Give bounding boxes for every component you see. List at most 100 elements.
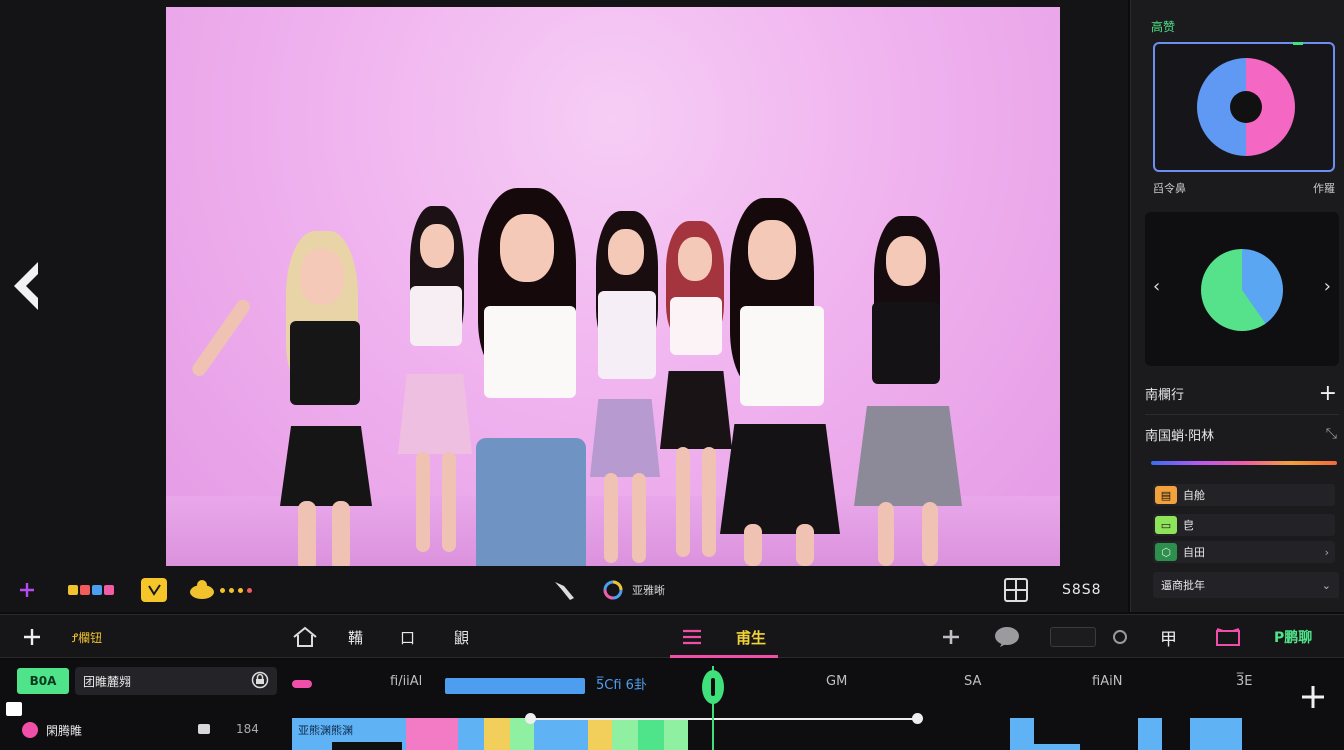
record-field[interactable] bbox=[1050, 615, 1096, 659]
tab-active[interactable]: 甫生 bbox=[736, 615, 766, 659]
timeline: B0A 团睢麓翙 閑腾睢 184 fi/iiAl 5̅Cfi 6卦 GM SA … bbox=[0, 660, 1344, 750]
layer-dropdown[interactable]: 逼商批年 ⌄ bbox=[1153, 572, 1339, 598]
clip[interactable] bbox=[664, 718, 688, 750]
clip-track[interactable]: 亚熊渊熊渊 bbox=[292, 718, 1292, 750]
clip[interactable] bbox=[406, 718, 458, 750]
plus-icon[interactable]: + bbox=[1319, 381, 1337, 406]
divider bbox=[1145, 414, 1339, 415]
clip[interactable] bbox=[588, 718, 612, 750]
effects-icon[interactable] bbox=[188, 570, 252, 610]
note-icon[interactable] bbox=[198, 724, 210, 734]
audio-icon[interactable] bbox=[940, 615, 962, 659]
plus-icon[interactable] bbox=[1300, 684, 1326, 714]
layer-label: 自田 bbox=[1183, 546, 1205, 559]
ruler-label: GM bbox=[826, 674, 848, 689]
filter-icon bbox=[603, 580, 623, 600]
color-swatches[interactable] bbox=[68, 570, 114, 610]
color-wheel[interactable] bbox=[1197, 58, 1295, 156]
chevron-left-icon[interactable] bbox=[8, 258, 44, 314]
performer-figure bbox=[686, 198, 856, 566]
track-field[interactable]: 团睢麓翙 bbox=[75, 667, 277, 695]
clip[interactable] bbox=[484, 718, 510, 750]
plus-icon[interactable] bbox=[22, 615, 42, 659]
layer-icon: ▤ bbox=[1155, 486, 1177, 504]
clip bbox=[1034, 744, 1080, 750]
pie-card[interactable]: ‹ › bbox=[1145, 212, 1339, 366]
ruler-label: fiAiN bbox=[1092, 674, 1123, 689]
layer-icon: ⬡ bbox=[1155, 543, 1177, 561]
range-handle[interactable] bbox=[912, 713, 923, 724]
row-value: 184 bbox=[236, 722, 259, 736]
ratio-label[interactable]: S8S8 bbox=[1062, 570, 1102, 610]
gradient-bar[interactable] bbox=[1151, 461, 1337, 465]
ruler-label: 3̅E bbox=[1236, 674, 1253, 689]
section-row[interactable]: 南欄行 + bbox=[1145, 380, 1337, 406]
swatch[interactable] bbox=[92, 585, 102, 595]
sticker-icon[interactable] bbox=[140, 570, 168, 610]
clip[interactable] bbox=[534, 718, 588, 750]
lock-icon[interactable] bbox=[251, 671, 269, 692]
pie-preview bbox=[1201, 249, 1283, 331]
layer-item[interactable]: ⬡ 自田 › bbox=[1153, 541, 1335, 563]
tool-button[interactable]: 鞴 bbox=[348, 615, 363, 659]
clip[interactable] bbox=[1138, 718, 1162, 750]
brush-icon[interactable] bbox=[552, 570, 578, 610]
tool-button[interactable]: 口 bbox=[400, 615, 415, 659]
clip bbox=[332, 742, 402, 750]
color-card[interactable] bbox=[1153, 42, 1335, 172]
clip[interactable] bbox=[638, 718, 664, 750]
dropdown-label: 逼商批年 bbox=[1161, 579, 1205, 592]
selection-range[interactable] bbox=[445, 678, 585, 694]
clip[interactable] bbox=[458, 718, 484, 750]
menu-icon[interactable] bbox=[682, 615, 702, 659]
layer-label: 皀 bbox=[1183, 519, 1194, 532]
preview-toolbar: 亚雅晰 S8S8 bbox=[0, 570, 1128, 610]
chevron-right-icon[interactable]: › bbox=[1324, 276, 1331, 297]
comment-icon[interactable] bbox=[994, 615, 1020, 659]
record-icon[interactable] bbox=[1112, 615, 1128, 659]
performer-figure bbox=[836, 216, 986, 566]
export-button[interactable]: P鹏聊 bbox=[1274, 615, 1312, 659]
swatch[interactable] bbox=[68, 585, 78, 595]
color-panel-title: 高赞 bbox=[1151, 20, 1176, 34]
color-caption-left: 舀令鼻 bbox=[1153, 182, 1186, 195]
clip[interactable] bbox=[1010, 718, 1034, 750]
home-icon[interactable] bbox=[292, 615, 318, 659]
clip[interactable] bbox=[1214, 718, 1242, 750]
layer-icon: ▭ bbox=[1155, 516, 1177, 534]
tool-button[interactable]: 鼰 bbox=[454, 615, 469, 659]
video-preview[interactable] bbox=[166, 7, 1060, 566]
track-type-icon bbox=[6, 702, 22, 716]
card-accent bbox=[1293, 42, 1303, 45]
row-label: 閑腾睢 bbox=[46, 724, 83, 738]
swatch[interactable] bbox=[80, 585, 90, 595]
layer-label: 自舱 bbox=[1183, 489, 1205, 502]
main-toolbar: Ꝭ欄钮 鞴 口 鼰 甫生 甲 P鹏聊 bbox=[0, 614, 1344, 658]
plus-icon[interactable] bbox=[18, 570, 36, 610]
layer-item[interactable]: ▭ 皀 bbox=[1153, 514, 1335, 536]
tab-underline bbox=[670, 655, 778, 658]
ruler-label: SA bbox=[964, 674, 982, 689]
project-label[interactable]: Ꝭ欄钮 bbox=[72, 615, 102, 659]
chevron-left-icon[interactable]: ‹ bbox=[1153, 276, 1160, 297]
layer-item[interactable]: ▤ 自舱 bbox=[1153, 484, 1335, 506]
preview-area: 亚雅晰 S8S8 bbox=[0, 0, 1128, 612]
grid-icon[interactable] bbox=[1004, 570, 1028, 610]
filter-button[interactable]: 亚雅晰 bbox=[602, 570, 665, 610]
split-button[interactable]: 甲 bbox=[1160, 615, 1177, 659]
chevron-right-icon[interactable]: › bbox=[1325, 546, 1329, 559]
clip[interactable] bbox=[612, 718, 638, 750]
marker-icon[interactable] bbox=[292, 680, 312, 688]
filter-label: 亚雅晰 bbox=[632, 584, 665, 597]
range-handle[interactable] bbox=[525, 713, 536, 724]
crop-icon[interactable] bbox=[1214, 615, 1242, 659]
section-row[interactable]: 南国蛸·阳林 ⤡ bbox=[1145, 422, 1337, 446]
track-name-badge[interactable]: B0A bbox=[17, 668, 69, 694]
ruler-label: 5̅Cfi 6卦 bbox=[596, 678, 647, 693]
ruler-label: fi/iiAl bbox=[390, 674, 423, 689]
expand-icon[interactable]: ⤡ bbox=[1326, 426, 1337, 442]
playhead-handle[interactable] bbox=[702, 670, 724, 704]
right-panel: 高赞 舀令鼻 作羅 ‹ › 南欄行 + 南国蛸·阳林 ⤡ ▤ 自舱 ▭ 皀 ⬡ … bbox=[1130, 0, 1344, 612]
clip[interactable] bbox=[1190, 718, 1214, 750]
swatch[interactable] bbox=[104, 585, 114, 595]
